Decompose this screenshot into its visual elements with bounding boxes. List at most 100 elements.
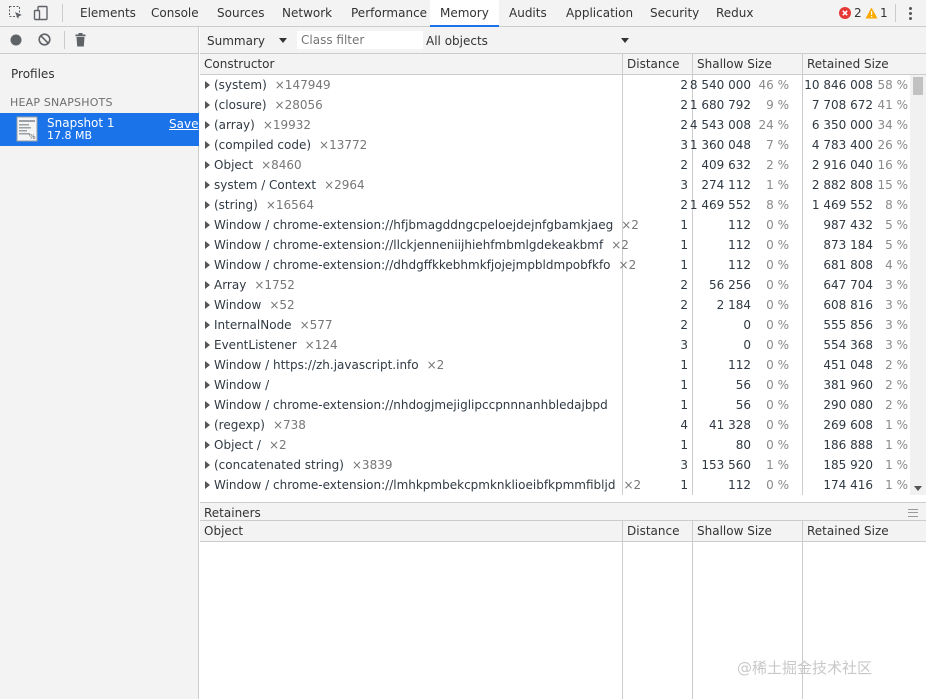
col-shallow-size[interactable]: Shallow Size (697, 524, 772, 538)
tab-console[interactable]: Console (151, 0, 199, 26)
table-row[interactable]: Window / 1 56 0 % 381 960 2 % (200, 375, 910, 395)
view-select[interactable]: Summary (207, 34, 265, 48)
col-distance[interactable]: Distance (627, 524, 679, 538)
tab-redux[interactable]: Redux (716, 0, 754, 26)
table-row[interactable]: Window / chrome-extension://nhdogjmejigl… (200, 395, 910, 415)
expand-triangle-icon[interactable] (205, 161, 210, 169)
tab-memory[interactable]: Memory (430, 0, 499, 27)
inspect-element-icon[interactable] (8, 5, 24, 21)
expand-triangle-icon[interactable] (205, 341, 210, 349)
constructor-name: system / Context ×2964 (214, 175, 365, 195)
constructor-name: Object / ×2 (214, 435, 287, 455)
table-row[interactable]: InternalNode ×577 2 0 0 % 555 856 3 % (200, 315, 910, 335)
tab-performance[interactable]: Performance (351, 0, 427, 26)
chevron-down-icon[interactable] (279, 38, 287, 43)
warning-count[interactable]: 1 (880, 6, 888, 20)
error-icon[interactable] (839, 7, 851, 19)
more-options-icon[interactable] (906, 6, 914, 22)
instance-count: ×2964 (324, 178, 365, 192)
table-row[interactable]: Window / chrome-extension://llckjennenii… (200, 235, 910, 255)
table-row[interactable]: Window / chrome-extension://lmhkpmbekcpm… (200, 475, 910, 495)
distance-value: 2 (680, 78, 688, 92)
table-row[interactable]: (closure) ×28056 2 1 680 792 9 % 7 708 672 41 … (200, 95, 910, 115)
retained-size-value: 10 846 008 (804, 78, 873, 92)
table-row[interactable]: system / Context ×2964 3 274 112 1 % 2 882 80… (200, 175, 910, 195)
expand-triangle-icon[interactable] (205, 261, 210, 269)
col-distance[interactable]: Distance (627, 57, 679, 71)
shallow-size-percent: 2 % (766, 158, 789, 172)
table-row[interactable]: (compiled code) ×13772 3 1 360 048 7 % 4 783 … (200, 135, 910, 155)
expand-triangle-icon[interactable] (205, 321, 210, 329)
constructor-name: (system) ×147949 (214, 75, 331, 95)
expand-triangle-icon[interactable] (205, 101, 210, 109)
table-row[interactable]: (string) ×16564 2 1 469 552 8 % 1 469 552 8 % (200, 195, 910, 215)
retained-size-value: 873 184 (823, 238, 873, 252)
snapshot-item[interactable]: % Snapshot 1 17.8 MB Save (0, 113, 199, 146)
chevron-down-icon[interactable] (621, 38, 629, 43)
table-row[interactable]: Object ×8460 2 409 632 2 % 2 916 040 16 % (200, 155, 910, 175)
instance-count: ×2 (618, 258, 637, 272)
device-toolbar-icon[interactable] (33, 5, 49, 21)
table-row[interactable]: Object / ×2 1 80 0 % 186 888 1 % (200, 435, 910, 455)
expand-triangle-icon[interactable] (205, 181, 210, 189)
table-row[interactable]: Window / https://zh.javascript.info ×2 1 11… (200, 355, 910, 375)
instance-count: ×13772 (319, 138, 368, 152)
scrollbar-thumb[interactable] (913, 77, 923, 95)
save-snapshot-link[interactable]: Save (169, 117, 198, 131)
col-shallow-size[interactable]: Shallow Size (697, 57, 772, 71)
col-object[interactable]: Object (204, 524, 243, 538)
col-retained-size[interactable]: Retained Size (807, 524, 889, 538)
retained-size-percent: 41 % (877, 98, 909, 112)
expand-triangle-icon[interactable] (205, 121, 210, 129)
tab-elements[interactable]: Elements (80, 0, 136, 26)
watermark: @稀土掘金技术社区 (737, 659, 873, 677)
expand-triangle-icon[interactable] (205, 381, 210, 389)
retained-size-percent: 5 % (885, 238, 908, 252)
table-row[interactable]: Window ×52 2 2 184 0 % 608 816 3 % (200, 295, 910, 315)
expand-triangle-icon[interactable] (205, 421, 210, 429)
tab-security[interactable]: Security (650, 0, 699, 26)
retained-size-value: 681 808 (823, 258, 873, 272)
col-constructor[interactable]: Constructor (204, 57, 274, 71)
expand-triangle-icon[interactable] (205, 221, 210, 229)
expand-triangle-icon[interactable] (205, 141, 210, 149)
resize-grip-icon[interactable] (908, 509, 918, 517)
expand-triangle-icon[interactable] (205, 401, 210, 409)
record-icon[interactable] (10, 34, 22, 46)
expand-triangle-icon[interactable] (205, 281, 210, 289)
tab-network[interactable]: Network (282, 0, 332, 26)
table-row[interactable]: Window / chrome-extension://hfjbmagddngc… (200, 215, 910, 235)
expand-triangle-icon[interactable] (205, 301, 210, 309)
table-row[interactable]: Window / chrome-extension://dhdgffkkebhm… (200, 255, 910, 275)
table-row[interactable]: (array) ×19932 2 4 543 008 24 % 6 350 000 34 % (200, 115, 910, 135)
expand-triangle-icon[interactable] (205, 201, 210, 209)
tab-audits[interactable]: Audits (509, 0, 547, 26)
expand-triangle-icon[interactable] (205, 241, 210, 249)
expand-triangle-icon[interactable] (205, 461, 210, 469)
scrollbar[interactable] (910, 75, 926, 495)
col-retained-size[interactable]: Retained Size (807, 57, 889, 71)
objects-select[interactable]: All objects (426, 34, 488, 48)
table-row[interactable]: Array ×1752 2 56 256 0 % 647 704 3 % (200, 275, 910, 295)
warning-icon[interactable] (865, 7, 878, 19)
distance-value: 2 (680, 158, 688, 172)
expand-triangle-icon[interactable] (205, 481, 210, 489)
table-row[interactable]: (regexp) ×738 4 41 328 0 % 269 608 1 % (200, 415, 910, 435)
scroll-down-arrow-icon[interactable] (914, 486, 922, 491)
error-count[interactable]: 2 (854, 6, 862, 20)
constructor-name: (regexp) ×738 (214, 415, 306, 435)
instance-count: ×8460 (261, 158, 302, 172)
shallow-size-percent: 0 % (766, 438, 789, 452)
expand-triangle-icon[interactable] (205, 441, 210, 449)
table-row[interactable]: EventListener ×124 3 0 0 % 554 368 3 % (200, 335, 910, 355)
tab-application[interactable]: Application (566, 0, 633, 26)
delete-icon[interactable] (75, 33, 86, 47)
expand-triangle-icon[interactable] (205, 361, 210, 369)
class-filter-input[interactable] (297, 31, 423, 49)
clear-icon[interactable] (38, 33, 51, 46)
tab-sources[interactable]: Sources (217, 0, 264, 26)
retained-size-value: 174 416 (823, 478, 873, 492)
table-row[interactable]: (concatenated string) ×3839 3 153 560 1 % 185… (200, 455, 910, 475)
table-row[interactable]: (system) ×147949 2 8 540 000 46 % 10 846 008 5… (200, 75, 910, 95)
expand-triangle-icon[interactable] (205, 81, 210, 89)
